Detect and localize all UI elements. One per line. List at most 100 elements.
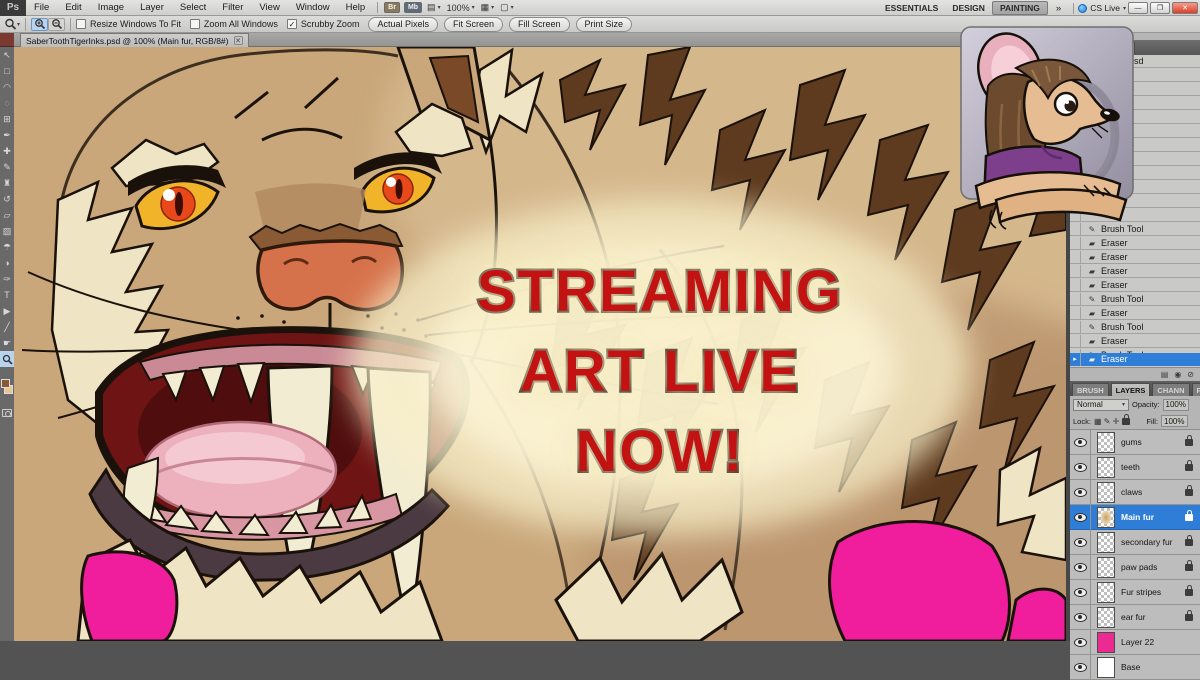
- move-tool[interactable]: ↖: [0, 47, 14, 63]
- layer-thumbnail[interactable]: [1097, 632, 1115, 653]
- history-brush-tool[interactable]: ↺: [0, 191, 14, 207]
- healing-brush-tool[interactable]: ✚: [0, 143, 14, 159]
- eraser-tool[interactable]: ▱: [0, 207, 14, 223]
- fill-value[interactable]: 100%: [1161, 415, 1187, 427]
- new-document-from-state-icon[interactable]: ▤: [1161, 370, 1169, 379]
- layer-thumbnail[interactable]: [1097, 457, 1115, 478]
- history-row[interactable]: ▰ Eraser: [1070, 265, 1200, 278]
- layer-row-gums[interactable]: gums: [1070, 430, 1200, 455]
- resize-windows-checkbox[interactable]: [76, 19, 86, 29]
- view-extras-dropdown[interactable]: ▤ ▾: [427, 2, 441, 13]
- blend-mode-select[interactable]: Normal ▾: [1073, 399, 1129, 411]
- workspace-overflow-button[interactable]: »: [1048, 0, 1069, 16]
- pen-tool[interactable]: ✑: [0, 271, 14, 287]
- close-icon[interactable]: ✕: [234, 36, 243, 45]
- history-row[interactable]: ▰ Eraser: [1070, 279, 1200, 292]
- brush-tool[interactable]: ✎: [0, 159, 14, 175]
- workspace-painting[interactable]: PAINTING: [992, 1, 1048, 15]
- menu-image[interactable]: Image: [90, 0, 132, 16]
- visibility-eye-icon[interactable]: [1074, 513, 1087, 522]
- layer-row-secondary-fur[interactable]: secondary fur: [1070, 530, 1200, 555]
- layer-thumbnail[interactable]: [1097, 657, 1115, 678]
- bridge-button[interactable]: Br: [384, 2, 400, 13]
- layer-row-ear-fur[interactable]: ear fur: [1070, 605, 1200, 630]
- layer-row-fur-stripes[interactable]: Fur stripes: [1070, 580, 1200, 605]
- zoom-level-dropdown[interactable]: 100% ▾: [447, 3, 475, 13]
- layer-row-main-fur[interactable]: Main fur: [1070, 505, 1200, 530]
- new-snapshot-icon[interactable]: ◉: [1174, 370, 1181, 379]
- document-tab[interactable]: SaberToothTigerInks.psd @ 100% (Main fur…: [20, 33, 249, 47]
- menu-help[interactable]: Help: [338, 0, 374, 16]
- lasso-tool[interactable]: ◠: [0, 79, 14, 95]
- zoom-in-button[interactable]: [31, 18, 48, 31]
- visibility-eye-icon[interactable]: [1074, 638, 1087, 647]
- menu-edit[interactable]: Edit: [57, 0, 89, 16]
- workspace-essentials[interactable]: ESSENTIALS: [878, 3, 945, 13]
- menu-view[interactable]: View: [251, 0, 287, 16]
- visibility-eye-icon[interactable]: [1074, 488, 1087, 497]
- menu-window[interactable]: Window: [288, 0, 338, 16]
- layer-thumbnail[interactable]: [1097, 532, 1115, 553]
- actual-pixels-button[interactable]: Actual Pixels: [368, 17, 438, 32]
- path-selection-tool[interactable]: ▶: [0, 303, 14, 319]
- arrange-documents-dropdown[interactable]: ▦ ▾: [481, 2, 495, 13]
- type-tool[interactable]: T: [0, 287, 14, 303]
- clone-stamp-tool[interactable]: ♜: [0, 175, 14, 191]
- lock-all-icon[interactable]: [1122, 418, 1130, 425]
- quick-mask-button[interactable]: [2, 409, 12, 417]
- visibility-eye-icon[interactable]: [1074, 563, 1087, 572]
- visibility-eye-icon[interactable]: [1074, 588, 1087, 597]
- tab-channels[interactable]: CHANN: [1152, 383, 1189, 396]
- layer-row-layer-22[interactable]: Layer 22: [1070, 630, 1200, 655]
- fit-screen-button[interactable]: Fit Screen: [444, 17, 503, 32]
- zoom-tool[interactable]: [0, 351, 14, 367]
- zoom-all-windows-checkbox-group[interactable]: Zoom All Windows: [190, 19, 278, 29]
- history-row[interactable]: ▰ Eraser: [1070, 307, 1200, 320]
- zoom-out-button[interactable]: [48, 18, 65, 31]
- zoom-tool-icon[interactable]: [4, 18, 17, 31]
- layer-row-claws[interactable]: claws: [1070, 480, 1200, 505]
- visibility-eye-icon[interactable]: [1074, 663, 1087, 672]
- eyedropper-tool[interactable]: ✒: [0, 127, 14, 143]
- menu-filter[interactable]: Filter: [214, 0, 251, 16]
- workspace-design[interactable]: DESIGN: [945, 3, 992, 13]
- layer-thumbnail[interactable]: [1097, 557, 1115, 578]
- foreground-color-swatch[interactable]: [1, 379, 10, 388]
- menu-file[interactable]: File: [26, 0, 57, 16]
- resize-windows-checkbox-group[interactable]: Resize Windows To Fit: [76, 19, 181, 29]
- close-button[interactable]: ✕: [1172, 2, 1198, 14]
- menu-select[interactable]: Select: [172, 0, 214, 16]
- scrubby-zoom-checkbox-group[interactable]: ✓ Scrubby Zoom: [287, 19, 360, 29]
- visibility-eye-icon[interactable]: [1074, 438, 1087, 447]
- restore-button[interactable]: ❐: [1150, 2, 1170, 14]
- quick-selection-tool[interactable]: ◌: [0, 95, 14, 111]
- layer-thumbnail[interactable]: [1097, 482, 1115, 503]
- minimize-button[interactable]: —: [1128, 2, 1148, 14]
- hand-tool[interactable]: ☛: [0, 335, 14, 351]
- history-row[interactable]: ✎ Brush Tool: [1070, 321, 1200, 334]
- gradient-tool[interactable]: ▨: [0, 223, 14, 239]
- layer-row-base[interactable]: Base: [1070, 655, 1200, 680]
- history-row[interactable]: ▰ Eraser: [1070, 335, 1200, 348]
- layer-thumbnail[interactable]: [1097, 432, 1115, 453]
- history-state-pointer[interactable]: ▸: [1070, 353, 1081, 366]
- fill-screen-button[interactable]: Fill Screen: [509, 17, 570, 32]
- layer-thumbnail[interactable]: [1097, 507, 1115, 528]
- visibility-eye-icon[interactable]: [1074, 538, 1087, 547]
- dodge-tool[interactable]: ◑: [0, 255, 14, 271]
- layer-thumbnail[interactable]: [1097, 607, 1115, 628]
- screen-mode-dropdown[interactable]: ▢ ▾: [500, 2, 514, 13]
- layer-row-teeth[interactable]: teeth: [1070, 455, 1200, 480]
- blur-tool[interactable]: ☂: [0, 239, 14, 255]
- scrubby-zoom-checkbox[interactable]: ✓: [287, 19, 297, 29]
- visibility-eye-icon[interactable]: [1074, 463, 1087, 472]
- marquee-tool[interactable]: □: [0, 63, 14, 79]
- opacity-value[interactable]: 100%: [1163, 399, 1189, 411]
- mini-bridge-button[interactable]: Mb: [404, 2, 422, 13]
- history-row[interactable]: ▰ Eraser: [1070, 237, 1200, 250]
- history-row[interactable]: ✎ Brush Tool: [1070, 293, 1200, 306]
- menu-layer[interactable]: Layer: [132, 0, 172, 16]
- line-tool[interactable]: ╱: [0, 319, 14, 335]
- tab-layers[interactable]: LAYERS: [1111, 383, 1151, 396]
- history-row[interactable]: ▰ Eraser: [1070, 251, 1200, 264]
